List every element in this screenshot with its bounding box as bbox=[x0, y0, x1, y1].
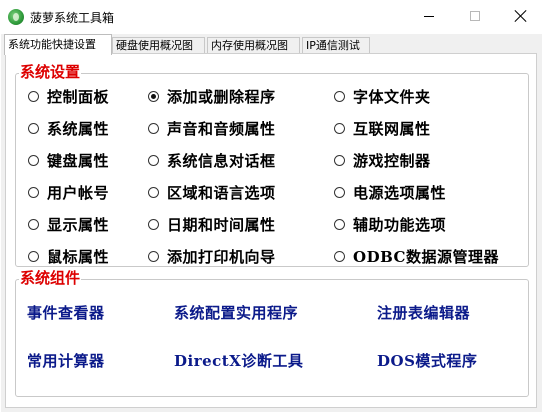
radio-option[interactable]: 互联网属性 bbox=[334, 118, 431, 139]
component-tool-link[interactable]: DOS模式程序 bbox=[377, 350, 477, 371]
radio-option-label: 系统属性 bbox=[47, 120, 110, 138]
system-settings-legend: 系统设置 bbox=[19, 63, 82, 81]
radio-button[interactable] bbox=[148, 91, 159, 102]
radio-option[interactable]: 系统信息对话框 bbox=[148, 150, 276, 171]
radio-option-label: 显示属性 bbox=[47, 216, 110, 234]
radio-button[interactable] bbox=[148, 187, 159, 198]
component-tool-link[interactable]: 常用计算器 bbox=[27, 350, 105, 371]
component-tool-link[interactable]: 系统配置实用程序 bbox=[174, 302, 298, 323]
radio-option[interactable]: 鼠标属性 bbox=[28, 246, 109, 267]
radio-option[interactable]: 字体文件夹 bbox=[334, 86, 431, 107]
radio-option-label: 声音和音频属性 bbox=[167, 120, 276, 138]
title-bar: 菠萝系统工具箱 bbox=[0, 0, 544, 34]
radio-option[interactable]: 游戏控制器 bbox=[334, 150, 431, 171]
radio-option-label: 游戏控制器 bbox=[353, 152, 431, 170]
app-icon bbox=[8, 9, 24, 25]
radio-option-label: 系统信息对话框 bbox=[167, 152, 276, 170]
radio-button[interactable] bbox=[28, 123, 39, 134]
radio-button[interactable] bbox=[28, 187, 39, 198]
radio-option-label: 添加或删除程序 bbox=[167, 88, 276, 106]
radio-button[interactable] bbox=[334, 155, 345, 166]
radio-button[interactable] bbox=[148, 123, 159, 134]
minimize-icon bbox=[424, 15, 434, 17]
maximize-button[interactable] bbox=[452, 0, 498, 32]
radio-option-label: 辅助功能选项 bbox=[353, 216, 447, 234]
radio-option-label: 字体文件夹 bbox=[353, 88, 431, 106]
radio-option-label: 控制面板 bbox=[47, 88, 110, 106]
radio-button[interactable] bbox=[28, 91, 39, 102]
radio-option[interactable]: 系统属性 bbox=[28, 118, 109, 139]
radio-option-label: 鼠标属性 bbox=[47, 248, 110, 266]
radio-option-label: 日期和时间属性 bbox=[167, 216, 276, 234]
system-components-group: 系统组件 事件查看器 系统配置实用程序 注册表编辑器常用计算器 DirectX诊断工具… bbox=[15, 269, 529, 397]
radio-button[interactable] bbox=[148, 155, 159, 166]
radio-option[interactable]: 辅助功能选项 bbox=[334, 214, 446, 235]
radio-option[interactable]: 用户帐号 bbox=[28, 182, 109, 203]
tab-bar: 系统功能快捷设置 硬盘使用概况图 内存使用概况图 IP通信测试 bbox=[4, 34, 539, 55]
system-components-legend: 系统组件 bbox=[19, 269, 82, 287]
radio-option[interactable]: 声音和音频属性 bbox=[148, 118, 276, 139]
radio-option[interactable]: 区域和语言选项 bbox=[148, 182, 276, 203]
radio-option-label: 电源选项属性 bbox=[353, 184, 447, 202]
radio-option[interactable]: 键盘属性 bbox=[28, 150, 109, 171]
radio-option-label: 键盘属性 bbox=[47, 152, 110, 170]
radio-option-label: 用户帐号 bbox=[47, 184, 110, 202]
tab-ip-test[interactable]: IP通信测试 bbox=[302, 37, 370, 54]
radio-option[interactable]: 控制面板 bbox=[28, 86, 109, 107]
tab-panel: 系统设置 控制面板 添加或删除程序 字体文件夹系统属性 声音和音频属性 互联网属性键盘属… bbox=[5, 53, 537, 408]
radio-button[interactable] bbox=[148, 219, 159, 230]
maximize-icon bbox=[470, 11, 480, 21]
radio-button[interactable] bbox=[334, 187, 345, 198]
radio-button[interactable] bbox=[334, 219, 345, 230]
radio-button[interactable] bbox=[28, 251, 39, 262]
radio-button[interactable] bbox=[28, 155, 39, 166]
tab-shortcut-settings[interactable]: 系统功能快捷设置 bbox=[4, 34, 112, 55]
close-button[interactable] bbox=[498, 0, 544, 32]
radio-button[interactable] bbox=[334, 251, 345, 262]
system-settings-group: 系统设置 控制面板 添加或删除程序 字体文件夹系统属性 声音和音频属性 互联网属性键盘属… bbox=[15, 63, 529, 267]
radio-option[interactable]: 电源选项属性 bbox=[334, 182, 446, 203]
radio-option-label: 添加打印机向导 bbox=[167, 248, 276, 266]
window-title: 菠萝系统工具箱 bbox=[30, 11, 115, 25]
close-icon bbox=[515, 10, 527, 22]
tab-disk-usage[interactable]: 硬盘使用概况图 bbox=[112, 37, 205, 54]
radio-option[interactable]: 日期和时间属性 bbox=[148, 214, 276, 235]
radio-option-label: ODBC数据源管理器 bbox=[353, 248, 499, 266]
component-tool-link[interactable]: 注册表编辑器 bbox=[377, 302, 470, 323]
radio-option[interactable]: 添加打印机向导 bbox=[148, 246, 276, 267]
component-tool-link[interactable]: 事件查看器 bbox=[27, 302, 105, 323]
radio-option[interactable]: ODBC数据源管理器 bbox=[334, 246, 499, 267]
radio-button[interactable] bbox=[334, 91, 345, 102]
component-tool-link[interactable]: DirectX诊断工具 bbox=[174, 350, 303, 371]
window-client: 系统功能快捷设置 硬盘使用概况图 内存使用概况图 IP通信测试 系统设置 控制面… bbox=[1, 34, 542, 412]
minimize-button[interactable] bbox=[406, 0, 452, 32]
radio-button[interactable] bbox=[334, 123, 345, 134]
radio-button[interactable] bbox=[148, 251, 159, 262]
radio-option[interactable]: 添加或删除程序 bbox=[148, 86, 276, 107]
radio-option-label: 区域和语言选项 bbox=[167, 184, 276, 202]
radio-option-label: 互联网属性 bbox=[353, 120, 431, 138]
radio-option[interactable]: 显示属性 bbox=[28, 214, 109, 235]
tab-memory-usage[interactable]: 内存使用概况图 bbox=[207, 37, 300, 54]
radio-button[interactable] bbox=[28, 219, 39, 230]
